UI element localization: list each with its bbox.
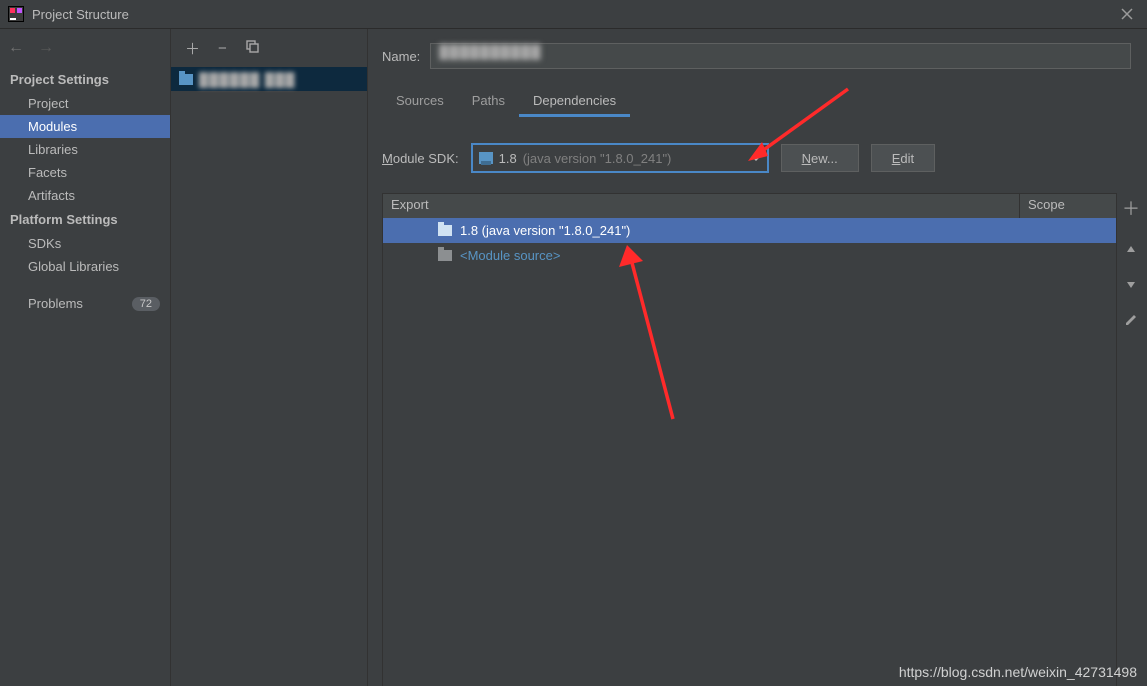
table-row[interactable]: 1.8 (java version "1.8.0_241")	[383, 218, 1116, 243]
watermark: https://blog.csdn.net/weixin_42731498	[899, 664, 1137, 680]
jdk-folder-icon	[438, 225, 452, 236]
edit-dependency-icon[interactable]	[1124, 313, 1138, 330]
sidebar-nav: ← →	[0, 29, 170, 67]
copy-icon[interactable]	[245, 39, 259, 57]
module-tabs: Sources Paths Dependencies	[382, 87, 1145, 117]
name-label: Name:	[382, 49, 420, 64]
modules-column: ＋ − ██████ ███	[171, 29, 368, 686]
app-icon	[8, 6, 24, 22]
dep-label: <Module source>	[460, 248, 560, 263]
sidebar-item-sdks[interactable]: SDKs	[0, 232, 170, 255]
tab-dependencies[interactable]: Dependencies	[519, 87, 630, 117]
table-row[interactable]: <Module source>	[383, 243, 1116, 268]
close-icon[interactable]	[1117, 4, 1137, 24]
module-sdk-dropdown[interactable]: 1.8 (java version "1.8.0_241")	[471, 143, 769, 173]
sidebar-item-modules[interactable]: Modules	[0, 115, 170, 138]
problems-label: Problems	[28, 296, 83, 311]
back-arrow-icon[interactable]: ←	[8, 39, 24, 57]
sidebar: ← → Project Settings Project Modules Lib…	[0, 29, 171, 686]
sdk-value-detail: (java version "1.8.0_241")	[523, 151, 672, 166]
platform-settings-header: Platform Settings	[0, 207, 170, 232]
add-icon[interactable]: ＋	[185, 38, 200, 59]
window-title: Project Structure	[32, 7, 129, 22]
dep-label: 1.8 (java version "1.8.0_241")	[460, 223, 630, 238]
name-value: ██████████	[439, 44, 541, 59]
sidebar-item-facets[interactable]: Facets	[0, 161, 170, 184]
titlebar: Project Structure	[0, 0, 1147, 29]
dependencies-table: Export Scope 1.8 (java version "1.8.0_24…	[382, 193, 1117, 686]
sidebar-item-global-libraries[interactable]: Global Libraries	[0, 255, 170, 278]
add-dependency-icon[interactable]: ＋	[1122, 195, 1140, 221]
sdk-disk-icon	[479, 152, 493, 164]
module-sdk-label: Module SDK:	[382, 151, 459, 166]
module-row[interactable]: ██████ ███	[171, 67, 367, 91]
sidebar-item-libraries[interactable]: Libraries	[0, 138, 170, 161]
dependencies-header: Export Scope	[383, 194, 1116, 218]
export-header[interactable]: Export	[383, 194, 1020, 218]
remove-icon[interactable]: −	[218, 40, 227, 57]
tab-paths[interactable]: Paths	[458, 87, 519, 117]
main-panel: Name: ██████████ Sources Paths Dependenc…	[368, 29, 1147, 686]
sidebar-item-project[interactable]: Project	[0, 92, 170, 115]
module-folder-icon	[179, 74, 193, 85]
project-settings-header: Project Settings	[0, 67, 170, 92]
problems-count-badge: 72	[132, 297, 160, 311]
move-up-icon[interactable]	[1126, 241, 1136, 257]
move-down-icon[interactable]	[1126, 277, 1136, 293]
tab-sources[interactable]: Sources	[382, 87, 458, 117]
module-name: ██████ ███	[199, 72, 296, 87]
dependencies-side-tools: ＋	[1117, 193, 1145, 686]
source-folder-icon	[438, 250, 452, 261]
scope-header[interactable]: Scope	[1020, 194, 1116, 218]
new-sdk-button[interactable]: New...	[781, 144, 859, 172]
edit-sdk-button[interactable]: Edit	[871, 144, 935, 172]
modules-toolbar: ＋ −	[171, 29, 367, 67]
forward-arrow-icon[interactable]: →	[38, 39, 54, 57]
sidebar-item-problems[interactable]: Problems 72	[0, 292, 170, 315]
chevron-down-icon	[751, 152, 761, 167]
name-input[interactable]: ██████████	[430, 43, 1131, 69]
sidebar-item-artifacts[interactable]: Artifacts	[0, 184, 170, 207]
sdk-value-primary: 1.8	[499, 151, 517, 166]
